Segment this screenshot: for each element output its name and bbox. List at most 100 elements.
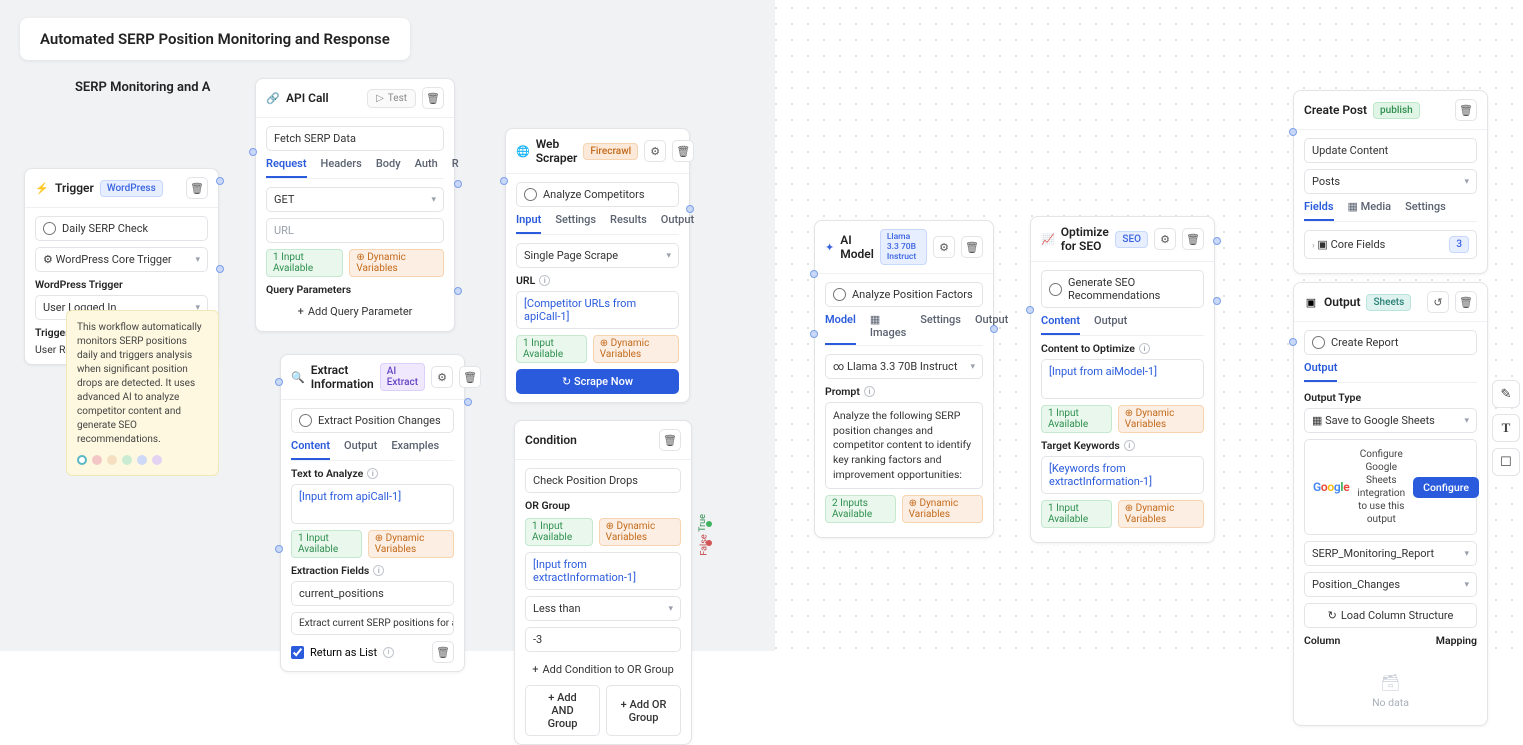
seo-badge: SEO: [1115, 231, 1148, 248]
method-select[interactable]: GET▾: [266, 187, 444, 212]
prompt-textarea[interactable]: Analyze the following SERP position chan…: [825, 402, 983, 489]
tab-body[interactable]: Body: [376, 157, 401, 178]
tab-model[interactable]: Model: [825, 313, 856, 345]
model-select[interactable]: ∞ Llama 3.3 70B Instruct▾: [825, 354, 983, 379]
api-name-input[interactable]: Fetch SERP Data: [266, 126, 444, 151]
post-badge: publish: [1373, 102, 1420, 119]
tab-content[interactable]: Content: [1041, 314, 1080, 335]
tab-settings[interactable]: Settings: [1405, 200, 1446, 221]
url-field[interactable]: [Competitor URLs from apiCall-1]: [516, 291, 679, 329]
node-ai-model[interactable]: ✦ AI Model Llama 3.3 70B Instruct ⚙ 🗑 An…: [814, 220, 994, 538]
node-condition[interactable]: Condition 🗑 Check Position Drops OR Grou…: [514, 420, 692, 745]
cond-left-field[interactable]: [Input from extractInformation-1]: [525, 552, 681, 590]
tab-examples[interactable]: Examples: [391, 439, 439, 460]
var-chip: ⊕ Dynamic Variables: [349, 249, 444, 277]
return-list-checkbox[interactable]: Return as List i 🗑: [291, 641, 454, 663]
tab-fields[interactable]: Fields: [1304, 200, 1334, 221]
info-icon: i: [367, 468, 378, 479]
post-name-input[interactable]: Update Content: [1304, 138, 1477, 163]
node-create-post[interactable]: Create Post publish 🗑 Update Content Pos…: [1293, 90, 1488, 274]
gear-icon[interactable]: ⚙: [644, 140, 666, 162]
tab-settings[interactable]: Settings: [920, 313, 961, 345]
tab-more[interactable]: R: [452, 157, 459, 178]
post-type-select[interactable]: Posts▾: [1304, 169, 1477, 194]
add-or-condition[interactable]: + Add Condition to OR Group: [525, 658, 681, 681]
tab-request[interactable]: Request: [266, 157, 307, 178]
node-seo[interactable]: 📈 Optimize for SEO SEO ⚙ 🗑 Generate SEO …: [1030, 216, 1215, 543]
tab-auth[interactable]: Auth: [415, 157, 438, 178]
node-output[interactable]: ▣ Output Sheets ↺ 🗑 Create Report Output…: [1293, 282, 1488, 726]
cond-op-select[interactable]: Less than▾: [525, 596, 681, 621]
tab-content[interactable]: Content: [291, 439, 330, 460]
output-name[interactable]: Create Report: [1304, 330, 1477, 355]
input-chip: 1 Input Available: [525, 518, 593, 546]
add-query-param[interactable]: + Add Query Parameter: [266, 300, 444, 323]
add-or-group-button[interactable]: + Add OR Group: [606, 685, 681, 736]
delete-icon[interactable]: 🗑: [186, 177, 208, 199]
tab-output[interactable]: Output: [1094, 314, 1127, 335]
fields-label: Extraction Fields: [291, 564, 369, 577]
tab-output[interactable]: Output: [344, 439, 377, 460]
delete-icon[interactable]: 🗑: [659, 429, 681, 451]
cond-right-input[interactable]: -3: [525, 627, 681, 652]
text-icon[interactable]: T: [1492, 414, 1520, 442]
tab-images[interactable]: ▦ Images: [870, 313, 906, 345]
ai-name[interactable]: Analyze Position Factors: [825, 282, 983, 307]
trigger-option[interactable]: Daily SERP Check: [35, 216, 208, 241]
scraper-name[interactable]: Analyze Competitors: [516, 182, 679, 207]
output-type-select[interactable]: ▦ Save to Google Sheets▾: [1304, 408, 1477, 433]
sheet-select[interactable]: SERP_Monitoring_Report▾: [1304, 541, 1477, 566]
mode-select[interactable]: Single Page Scrape▾: [516, 243, 679, 268]
core-trigger-select[interactable]: ⚙ WordPress Core Trigger▾: [35, 247, 208, 272]
load-columns-button[interactable]: ↻ Load Column Structure: [1304, 603, 1477, 628]
delete-field-icon[interactable]: 🗑: [432, 641, 454, 663]
delete-icon[interactable]: 🗑: [1455, 291, 1477, 313]
configure-button[interactable]: Configure: [1413, 477, 1479, 498]
wp-trigger-label: WordPress Trigger: [35, 278, 208, 291]
url-input[interactable]: URL: [266, 218, 444, 243]
gear-icon[interactable]: ⚙: [933, 236, 955, 258]
kw-label: Target Keywords: [1041, 439, 1120, 452]
delete-icon[interactable]: 🗑: [672, 140, 694, 162]
edit-icon[interactable]: ✎: [1492, 380, 1520, 408]
field-key-input[interactable]: current_positions: [291, 581, 454, 606]
input-chip: 1 Input Available: [266, 249, 343, 277]
content-field[interactable]: [Input from aiModel-1]: [1041, 359, 1204, 399]
history-icon[interactable]: ↺: [1427, 291, 1449, 313]
tab-settings[interactable]: Settings: [555, 213, 596, 234]
add-and-group-button[interactable]: + Add AND Group: [525, 685, 600, 736]
tab-results[interactable]: Results: [610, 213, 647, 234]
delete-icon[interactable]: 🗑: [1455, 99, 1477, 121]
node-scraper[interactable]: 🌐 Web Scraper Firecrawl ⚙ 🗑 Analyze Comp…: [505, 128, 690, 403]
delete-icon[interactable]: 🗑: [961, 236, 983, 258]
tab-headers[interactable]: Headers: [321, 157, 362, 178]
no-data: 🗃 No data: [1304, 653, 1477, 717]
gear-icon[interactable]: ⚙: [431, 366, 453, 388]
tab-media[interactable]: ▦ Media: [1348, 200, 1392, 221]
seo-name[interactable]: Generate SEO Recommendations: [1041, 270, 1204, 308]
kw-field[interactable]: [Keywords from extractInformation-1]: [1041, 456, 1204, 494]
text-analyze-field[interactable]: [Input from apiCall-1]: [291, 484, 454, 524]
extract-name[interactable]: Extract Position Changes: [291, 408, 454, 433]
trigger-badge: WordPress: [100, 180, 163, 197]
tab-output[interactable]: Output: [1304, 361, 1337, 382]
delete-icon[interactable]: 🗑: [459, 366, 481, 388]
var-chip: ⊕ Dynamic Variables: [593, 335, 679, 363]
node-api-call[interactable]: 🔗 API Call ▷ Test 🗑 Fetch SERP Data Requ…: [255, 78, 455, 332]
input-chip: 1 Input Available: [1041, 500, 1112, 528]
or-label: OR Group: [525, 499, 681, 512]
field-desc-input[interactable]: Extract current SERP positions for all k…: [291, 612, 454, 635]
scrape-button[interactable]: ↻ Scrape Now: [516, 369, 679, 394]
gear-icon[interactable]: ⚙: [1154, 228, 1176, 250]
box-icon[interactable]: ☐: [1492, 448, 1520, 476]
tab-input[interactable]: Input: [516, 213, 541, 234]
tab-select[interactable]: Position_Changes▾: [1304, 572, 1477, 597]
test-button[interactable]: ▷ Test: [367, 89, 416, 108]
tab-output[interactable]: Output: [661, 213, 694, 234]
condition-name-input[interactable]: Check Position Drops: [525, 468, 681, 493]
node-extract[interactable]: 🔍 Extract Information AI Extract ⚙ 🗑 Ext…: [280, 354, 465, 672]
delete-icon[interactable]: 🗑: [1182, 228, 1204, 250]
var-chip: ⊕ Dynamic Variables: [1118, 500, 1204, 528]
core-fields-row[interactable]: › ▣ Core Fields 3: [1304, 230, 1477, 259]
delete-icon[interactable]: 🗑: [422, 87, 444, 109]
